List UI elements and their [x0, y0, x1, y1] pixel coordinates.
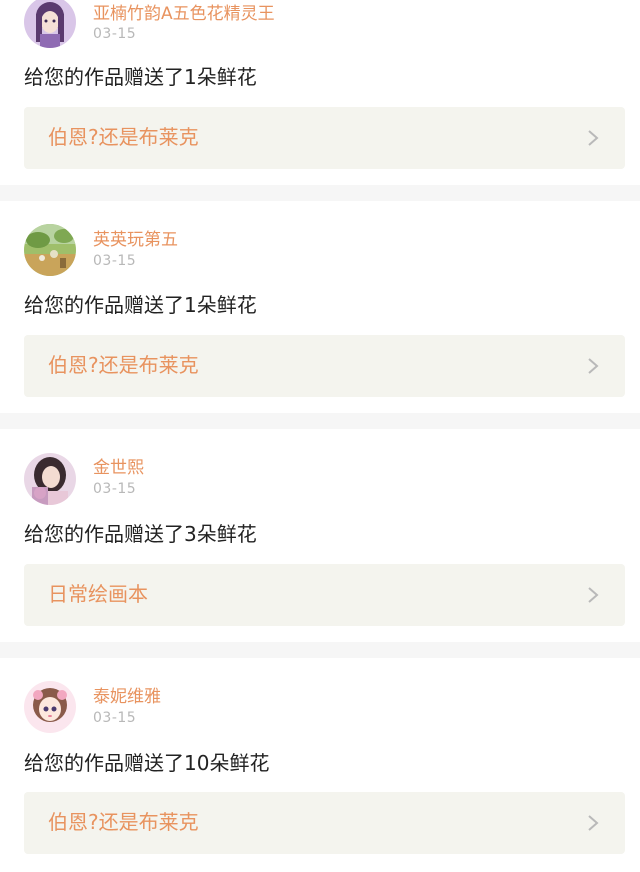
chevron-right-icon [588, 587, 599, 603]
chevron-right-icon [588, 130, 599, 146]
chevron-right-icon [588, 815, 599, 831]
chevron-right-icon [588, 358, 599, 374]
gift-message: 给您的作品赠送了1朵鲜花 [24, 293, 257, 317]
avatar-anime-girl-purple-icon [24, 0, 76, 48]
avatar-anime-girl-pink-icon [24, 681, 76, 733]
work-title: 伯恩?还是布莱克 [48, 810, 199, 834]
username[interactable]: 金世熙 [93, 457, 144, 479]
user-avatar[interactable] [24, 453, 76, 505]
notification-card: 泰妮维雅 03-15 给您的作品赠送了10朵鲜花 伯恩?还是布莱克 [0, 658, 640, 872]
work-link[interactable]: 日常绘画本 [24, 564, 625, 626]
work-title: 日常绘画本 [48, 582, 148, 606]
work-title: 伯恩?还是布莱克 [48, 353, 199, 377]
username[interactable]: 亚楠竹韵A五色花精灵王 [93, 3, 275, 25]
avatar-landscape-painting-icon [24, 224, 76, 276]
notification-card: 英英玩第五 03-15 给您的作品赠送了1朵鲜花 伯恩?还是布莱克 [0, 201, 640, 413]
notification-date: 03-15 [93, 253, 137, 269]
username[interactable]: 英英玩第五 [93, 229, 178, 251]
work-link[interactable]: 伯恩?还是布莱克 [24, 107, 625, 169]
gift-message: 给您的作品赠送了3朵鲜花 [24, 522, 257, 546]
notification-date: 03-15 [93, 26, 137, 42]
notification-card: 金世熙 03-15 给您的作品赠送了3朵鲜花 日常绘画本 [0, 429, 640, 642]
user-avatar[interactable] [24, 224, 76, 276]
user-avatar[interactable] [24, 681, 76, 733]
notification-date: 03-15 [93, 710, 137, 726]
notification-feed: 亚楠竹韵A五色花精灵王 03-15 给您的作品赠送了1朵鲜花 伯恩?还是布莱克 [0, 0, 640, 872]
gift-message: 给您的作品赠送了1朵鲜花 [24, 65, 257, 89]
work-link[interactable]: 伯恩?还是布莱克 [24, 792, 625, 854]
username[interactable]: 泰妮维雅 [93, 686, 161, 708]
gift-message: 给您的作品赠送了10朵鲜花 [24, 751, 270, 775]
notification-date: 03-15 [93, 481, 137, 497]
avatar-girl-photo-icon [24, 453, 76, 505]
notification-card: 亚楠竹韵A五色花精灵王 03-15 给您的作品赠送了1朵鲜花 伯恩?还是布莱克 [0, 0, 640, 185]
work-link[interactable]: 伯恩?还是布莱克 [24, 335, 625, 397]
user-avatar[interactable] [24, 0, 76, 48]
work-title: 伯恩?还是布莱克 [48, 125, 199, 149]
